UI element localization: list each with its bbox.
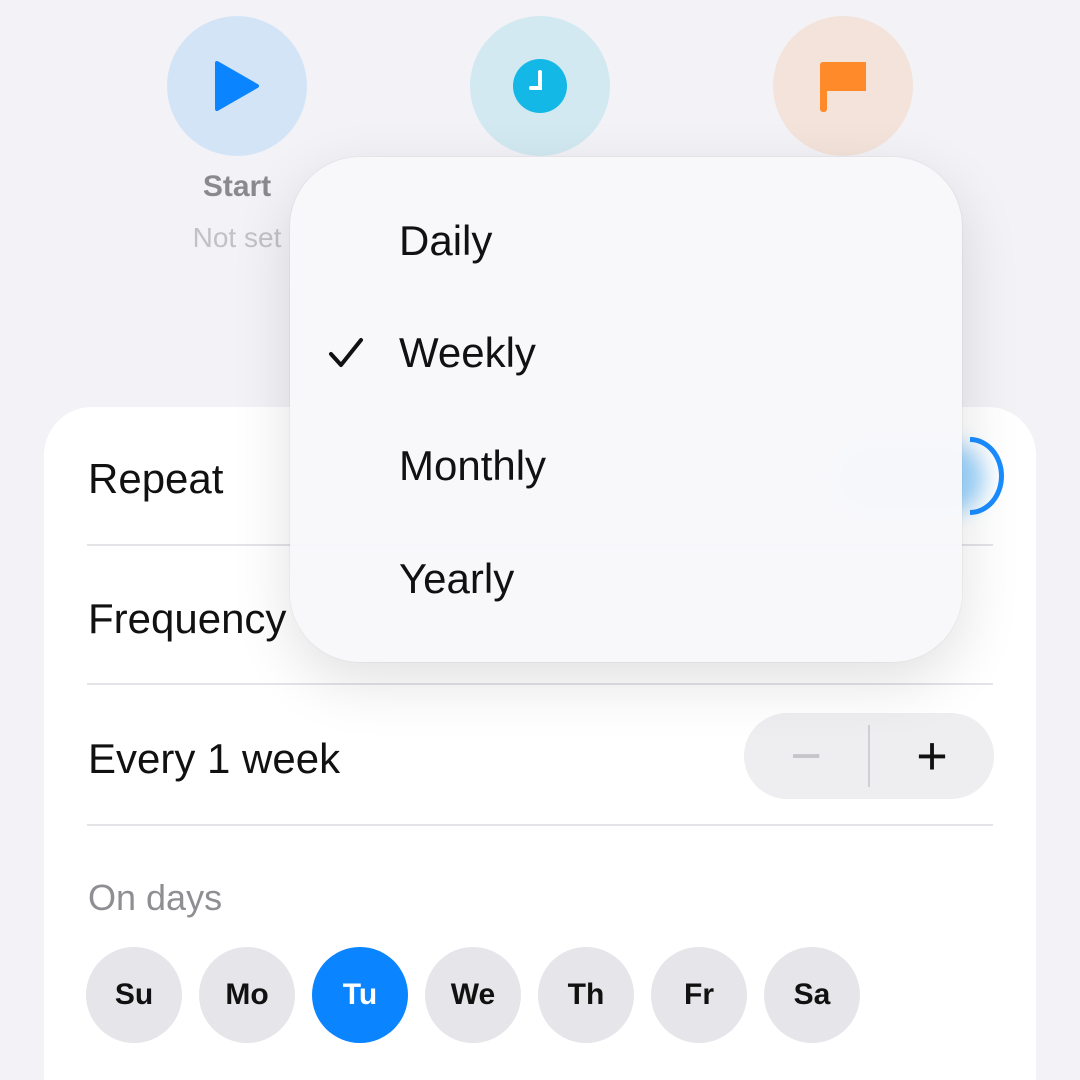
repeat-label: Repeat <box>88 455 224 502</box>
frequency-label[interactable]: Frequency <box>88 595 286 643</box>
day-we[interactable]: We <box>425 947 521 1043</box>
menu-item-yearly[interactable]: Yearly <box>290 523 962 635</box>
flag-icon <box>820 62 866 112</box>
divider <box>87 683 993 685</box>
menu-item-label: Weekly <box>399 329 536 376</box>
menu-item-label: Yearly <box>399 555 515 602</box>
menu-item-daily[interactable]: Daily <box>290 185 962 297</box>
start-option[interactable] <box>167 16 307 156</box>
divider <box>87 824 993 826</box>
menu-item-weekly[interactable]: Weekly <box>290 297 962 409</box>
menu-item-monthly[interactable]: Monthly <box>290 410 962 522</box>
play-icon <box>215 61 259 111</box>
interval-stepper: − + <box>744 713 994 799</box>
checkmark-icon <box>329 338 363 367</box>
on-days-label: On days <box>88 877 223 918</box>
start-icon-circle[interactable] <box>167 16 307 156</box>
repeat-settings-screen: Start Not set Repeat Frequency Every 1 w… <box>0 0 1080 1080</box>
interval-label: Every 1 week <box>88 735 341 782</box>
menu-item-label: Monthly <box>399 442 547 489</box>
time-option[interactable] <box>470 16 610 156</box>
menu-item-label: Daily <box>399 217 493 264</box>
day-mo[interactable]: Mo <box>199 947 295 1043</box>
day-th[interactable]: Th <box>538 947 634 1043</box>
frequency-menu: Daily Weekly Monthly Yearly <box>290 157 962 662</box>
decrement-button[interactable]: − <box>744 713 868 799</box>
end-icon-circle[interactable] <box>773 16 913 156</box>
day-su[interactable]: Su <box>86 947 182 1043</box>
clock-icon <box>513 59 567 113</box>
increment-button[interactable]: + <box>870 713 994 799</box>
end-option[interactable] <box>773 16 913 156</box>
day-sa[interactable]: Sa <box>764 947 860 1043</box>
day-fr[interactable]: Fr <box>651 947 747 1043</box>
time-icon-circle[interactable] <box>470 16 610 156</box>
day-tu[interactable]: Tu <box>312 947 408 1043</box>
weekday-selector: Su Mo Tu We Th Fr Sa <box>86 947 860 1043</box>
